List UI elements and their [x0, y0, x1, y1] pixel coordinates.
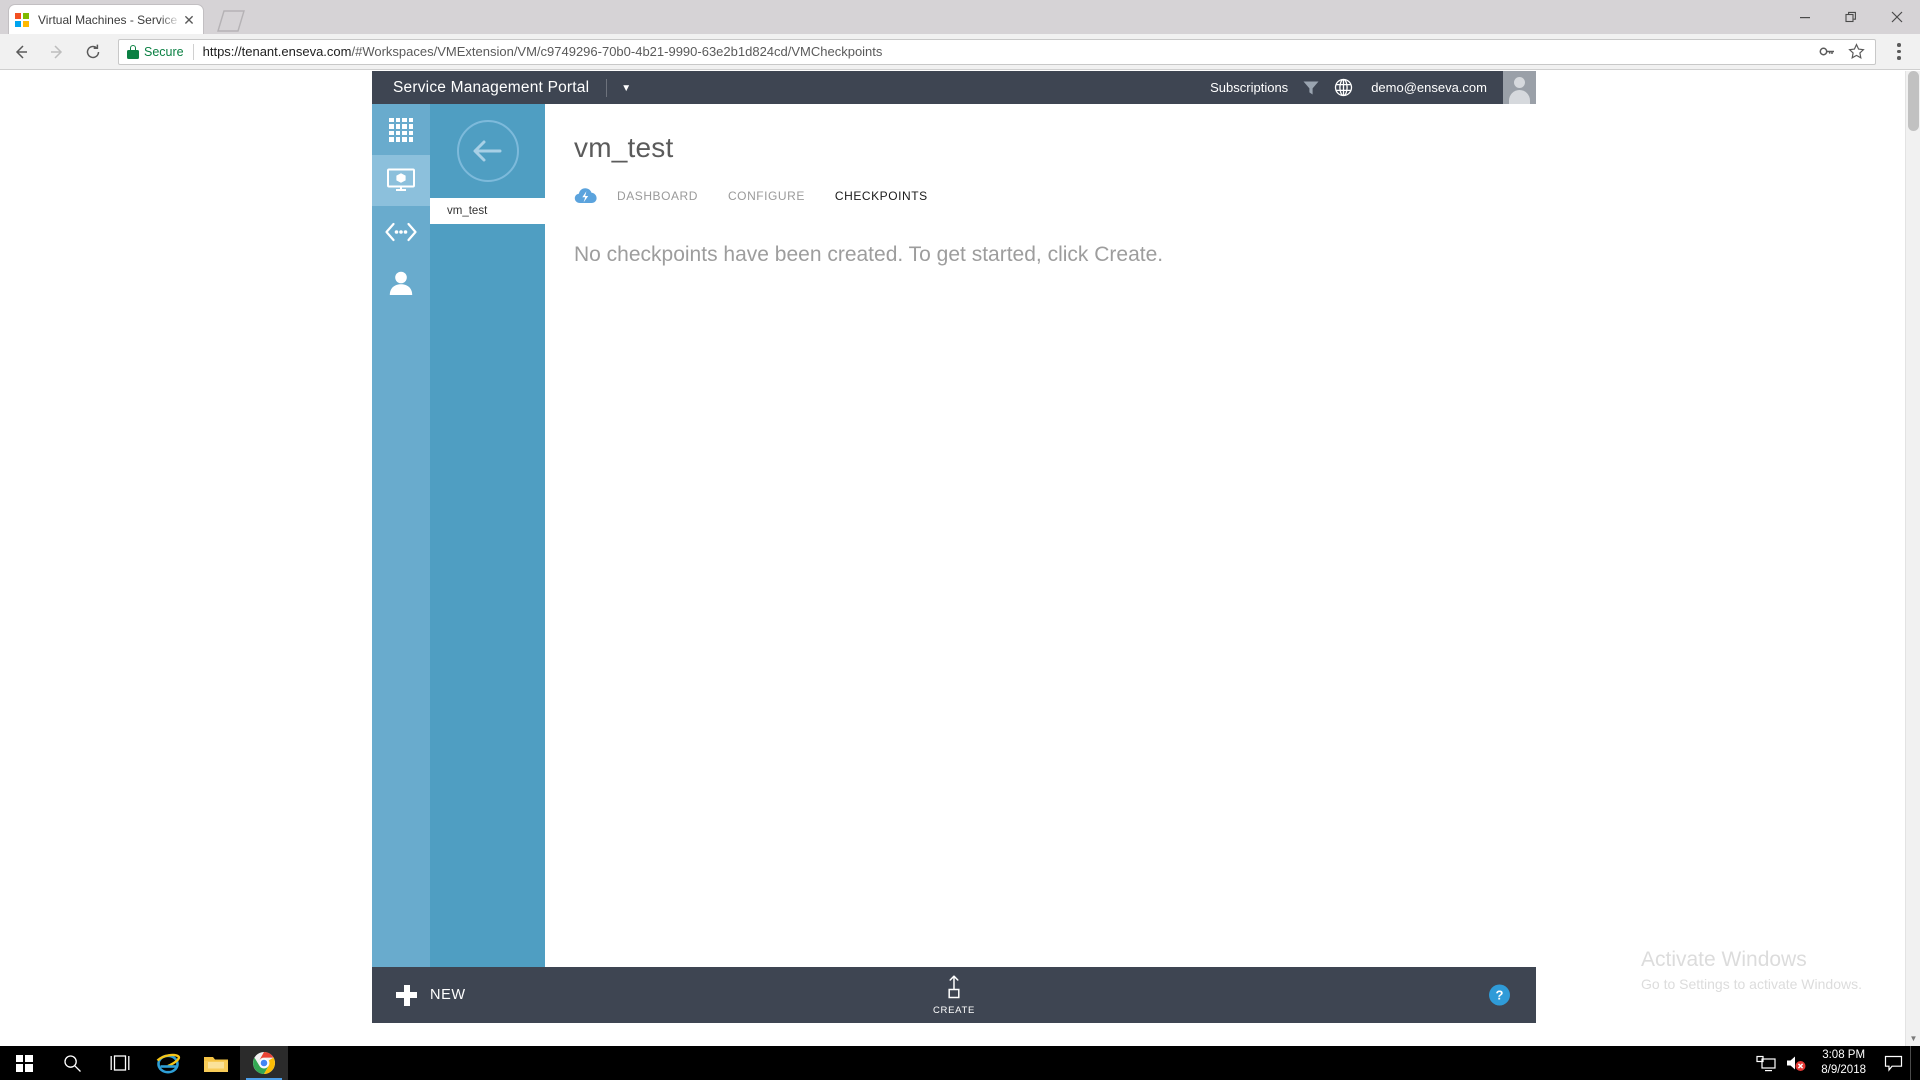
tab-dashboard[interactable]: DASHBOARD — [617, 189, 698, 203]
new-button-label: NEW — [430, 987, 466, 1003]
portal-tab-strip: DASHBOARD CONFIGURE CHECKPOINTS — [574, 186, 1536, 206]
network-icon — [384, 221, 418, 243]
google-chrome[interactable] — [240, 1046, 288, 1080]
sidebar-item-all-items[interactable] — [372, 104, 430, 155]
minimize-icon[interactable] — [1782, 0, 1828, 34]
portal-icon-rail — [372, 104, 430, 1023]
create-button[interactable]: CREATE — [933, 975, 975, 1016]
window-controls — [1782, 0, 1920, 34]
windows-taskbar: 3:08 PM 8/9/2018 — [0, 1046, 1920, 1080]
search-icon — [63, 1054, 82, 1073]
header-divider — [606, 78, 608, 97]
security-status-label: Secure — [144, 44, 184, 59]
show-desktop-button[interactable] — [1910, 1046, 1916, 1080]
key-icon[interactable] — [1819, 43, 1836, 60]
address-bar[interactable]: Secure https://tenant.enseva.com/#Worksp… — [118, 38, 1876, 65]
windows-start-icon — [15, 1054, 33, 1072]
start-button[interactable] — [0, 1046, 48, 1080]
help-question-icon[interactable]: ? — [1489, 984, 1510, 1006]
chevron-down-icon[interactable]: ▼ — [621, 84, 631, 94]
page-viewport: ▲ ▼ Service Management Portal ▼ Subscrip… — [0, 71, 1920, 1046]
restore-icon[interactable] — [1828, 0, 1874, 34]
tab-configure[interactable]: CONFIGURE — [728, 189, 805, 203]
volume-muted-icon[interactable] — [1781, 1046, 1811, 1080]
scroll-down-icon[interactable]: ▼ — [1906, 1031, 1920, 1046]
portal-nav-column: vm_test — [430, 104, 545, 1023]
user-email-label[interactable]: demo@enseva.com — [1371, 80, 1487, 95]
internet-explorer[interactable] — [144, 1046, 192, 1080]
omnibox-divider — [192, 43, 194, 60]
activate-windows-watermark: Activate Windows Go to Settings to activ… — [1641, 948, 1862, 992]
portal-main-content: vm_test DASHBOARD CONFIGURE CHECKPOINTS … — [545, 104, 1536, 1023]
browser-toolbar: Secure https://tenant.enseva.com/#Worksp… — [0, 34, 1920, 70]
watermark-title: Activate Windows — [1641, 948, 1807, 971]
lock-icon — [127, 44, 139, 59]
user-avatar-icon[interactable] — [1503, 71, 1536, 104]
task-view-icon — [108, 1054, 132, 1072]
internet-explorer-icon — [155, 1051, 181, 1075]
url-path: /#Workspaces/VMExtension/VM/c9749296-70b… — [351, 44, 883, 59]
star-icon[interactable] — [1848, 43, 1865, 60]
search-button[interactable] — [48, 1046, 96, 1080]
clock-time: 3:08 PM — [1822, 1049, 1866, 1061]
notification-bubble-icon[interactable] — [1876, 1046, 1910, 1080]
clock[interactable]: 3:08 PM 8/9/2018 — [1811, 1048, 1876, 1078]
list-item[interactable]: vm_test — [430, 198, 545, 224]
watermark-subtitle: Go to Settings to activate Windows. — [1641, 976, 1862, 992]
back-circle-arrow-icon — [456, 120, 519, 182]
person-icon — [388, 270, 414, 296]
sidebar-item-virtual-machines[interactable] — [372, 155, 430, 206]
folder-icon — [203, 1053, 229, 1074]
browser-tabstrip: Virtual Machines - Service ✕ — [0, 0, 1920, 34]
filter-funnel-icon[interactable] — [1302, 80, 1320, 96]
plus-icon — [396, 984, 417, 1006]
create-button-label: CREATE — [932, 1005, 976, 1016]
sidebar-item-user-accounts[interactable] — [372, 257, 430, 308]
sidebar-item-networks[interactable] — [372, 206, 430, 257]
network-monitor-icon[interactable] — [1751, 1046, 1781, 1080]
back-arrow-icon[interactable] — [6, 37, 36, 67]
browser-tab-title: Virtual Machines - Service — [38, 12, 178, 27]
vm-monitor-icon — [386, 168, 416, 194]
service-management-portal: Service Management Portal ▼ Subscription… — [372, 71, 1536, 1023]
clock-date: 8/9/2018 — [1821, 1064, 1866, 1076]
windows-logo-icon — [15, 12, 31, 28]
help-button-label: ? — [1495, 987, 1504, 1003]
file-explorer[interactable] — [192, 1046, 240, 1080]
page-title: vm_test — [574, 132, 674, 163]
upload-checkpoint-icon — [943, 975, 965, 1000]
portal-header-actions: Subscriptions demo@enseva.com — [1210, 71, 1536, 104]
nav-list-item-label: vm_test — [447, 205, 488, 217]
browser-tab[interactable]: Virtual Machines - Service ✕ — [8, 4, 204, 34]
portal-header: Service Management Portal ▼ Subscription… — [372, 71, 1536, 104]
globe-icon[interactable] — [1334, 78, 1353, 97]
subscriptions-label[interactable]: Subscriptions — [1210, 80, 1288, 95]
back-button[interactable] — [430, 104, 545, 198]
task-view-button[interactable] — [96, 1046, 144, 1080]
portal-brand-title: Service Management Portal — [393, 78, 590, 96]
close-icon[interactable] — [1874, 0, 1920, 34]
scrollbar-thumb[interactable] — [1908, 71, 1919, 131]
url-text: https://tenant.enseva.com/#Workspaces/VM… — [203, 44, 883, 59]
page-scrollbar[interactable]: ▲ ▼ — [1905, 71, 1920, 1046]
omnibox-actions — [1819, 43, 1869, 60]
chrome-browser-window: Virtual Machines - Service ✕ Secure http… — [0, 0, 1920, 1046]
system-tray: 3:08 PM 8/9/2018 — [1751, 1046, 1920, 1080]
tab-checkpoints[interactable]: CHECKPOINTS — [835, 189, 928, 203]
new-tab-icon[interactable] — [214, 10, 248, 32]
portal-command-bar: NEW CREATE ? — [372, 967, 1536, 1023]
reload-icon[interactable] — [78, 37, 108, 67]
chrome-icon — [252, 1051, 276, 1075]
cloud-lightning-icon — [574, 186, 598, 206]
grid-icon — [389, 117, 413, 142]
empty-state-message: No checkpoints have been created. To get… — [574, 243, 1164, 266]
new-button[interactable]: NEW — [396, 967, 466, 1023]
close-icon[interactable]: ✕ — [181, 12, 197, 28]
forward-arrow-icon — [42, 37, 72, 67]
url-domain: https://tenant.enseva.com — [202, 44, 352, 59]
three-dots-menu-icon[interactable] — [1884, 43, 1914, 60]
